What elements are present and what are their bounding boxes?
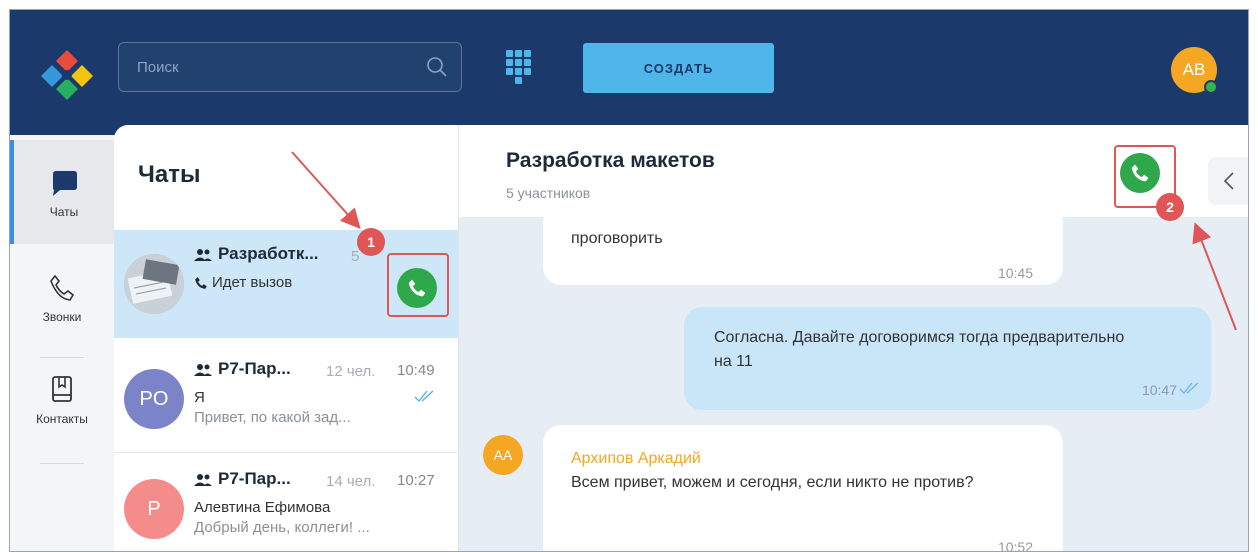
chat-row[interactable]: PO Р7-Пар... 12 чел. 10:49 Я Привет, по …: [114, 345, 458, 453]
chat-row-member-count: 12 чел.: [326, 363, 376, 380]
app-window: Поиск СОЗДАТЬ AB Чаты Звонки Контакты Ча…: [9, 9, 1249, 552]
message-bubble-own: Согласна. Давайте договоримся тогда пред…: [684, 307, 1211, 410]
message-time: 10:47: [1141, 382, 1177, 398]
chat-row-active[interactable]: Разработк... 5 Идет вызов: [114, 230, 458, 338]
chat-row-sender: Я: [194, 389, 205, 406]
chat-row-preview: Привет, по какой зад...: [194, 409, 351, 426]
phone-icon: [50, 274, 75, 301]
nav-divider: [40, 463, 84, 464]
app-logo: [41, 50, 93, 100]
chat-list-panel: Чаты Разработк... 5 Идет вызов PO Р7-Пар…: [114, 125, 459, 551]
chat-avatar-photo: [124, 254, 184, 314]
nav-chats[interactable]: Чаты: [10, 140, 114, 244]
read-check-icon: [414, 390, 434, 403]
nav-chats-label: Чаты: [49, 205, 79, 219]
collapse-panel-button[interactable]: [1208, 157, 1248, 205]
call-status-text: Идет вызов: [212, 274, 293, 291]
search-placeholder: Поиск: [137, 59, 179, 76]
chat-list-title: Чаты: [138, 161, 201, 188]
chat-bubble-icon: [53, 171, 77, 196]
message-bubble: Архипов Аркадий Всем привет, можем и сег…: [543, 425, 1063, 552]
nav-calls[interactable]: Звонки: [10, 273, 114, 324]
chat-title: Разработка макетов: [506, 149, 715, 172]
nav-calls-label: Звонки: [42, 310, 82, 324]
phone-small-icon: [195, 277, 207, 289]
message-bubble: проговорить 10:45: [543, 205, 1063, 285]
call-status: Идет вызов: [194, 274, 292, 291]
contacts-book-icon: [52, 376, 72, 402]
sender-avatar[interactable]: AA: [483, 435, 523, 475]
annotation-badge-1: 1: [357, 228, 385, 256]
message-text: проговорить: [571, 230, 663, 247]
message-time: 10:52: [997, 539, 1033, 552]
chat-row-title: Р7-Пар...: [194, 359, 291, 379]
group-icon: [194, 248, 212, 261]
nav-contacts[interactable]: Контакты: [10, 375, 114, 426]
annotation-badge-2: 2: [1156, 193, 1184, 221]
message-sender[interactable]: Архипов Аркадий: [571, 447, 701, 471]
chat-row-name: Р7-Пар...: [218, 359, 291, 378]
message-text: Согласна. Давайте договоримся тогда пред…: [714, 329, 1125, 370]
search-box[interactable]: Поиск: [118, 42, 462, 92]
chat-row-name: Р7-Пар...: [218, 469, 291, 488]
chat-row-sender: Алевтина Ефимова: [194, 499, 331, 516]
chat-row[interactable]: P Р7-Пар... 14 чел. 10:27 Алевтина Ефимо…: [114, 455, 458, 551]
chat-avatar: P: [124, 479, 184, 539]
create-button[interactable]: СОЗДАТЬ: [583, 43, 774, 93]
chat-header: Разработка макетов 5 участников: [459, 125, 1248, 217]
chat-row-title: Р7-Пар...: [194, 469, 291, 489]
chat-row-member-count: 14 чел.: [326, 473, 376, 490]
dialpad-icon[interactable]: [502, 48, 536, 86]
nav-divider: [40, 357, 84, 358]
nav-contacts-label: Контакты: [36, 412, 88, 426]
chat-row-time: 10:27: [397, 472, 435, 489]
read-check-icon: [1179, 382, 1199, 395]
chat-avatar: PO: [124, 369, 184, 429]
message-text: Всем привет, можем и сегодня, если никто…: [571, 474, 974, 491]
group-icon: [194, 473, 212, 486]
search-icon: [427, 57, 447, 77]
left-nav: Чаты Звонки Контакты: [10, 135, 114, 551]
chat-row-preview: Добрый день, коллеги! ...: [194, 519, 370, 536]
chat-row-name: Разработк...: [218, 244, 319, 263]
highlight-box-1: [387, 253, 449, 317]
group-icon: [194, 363, 212, 376]
chat-row-time: 10:49: [397, 362, 435, 379]
chat-row-member-count: 5: [351, 248, 360, 265]
online-status-dot: [1204, 80, 1218, 94]
chat-area: проговорить 10:45 Разработка макетов 5 у…: [459, 125, 1248, 552]
message-time: 10:45: [997, 265, 1033, 281]
top-bar: Поиск СОЗДАТЬ AB: [10, 10, 1248, 135]
chat-members-count: 5 участников: [506, 185, 591, 201]
chat-row-title: Разработк...: [194, 244, 319, 264]
chevron-left-icon: [1223, 172, 1234, 190]
